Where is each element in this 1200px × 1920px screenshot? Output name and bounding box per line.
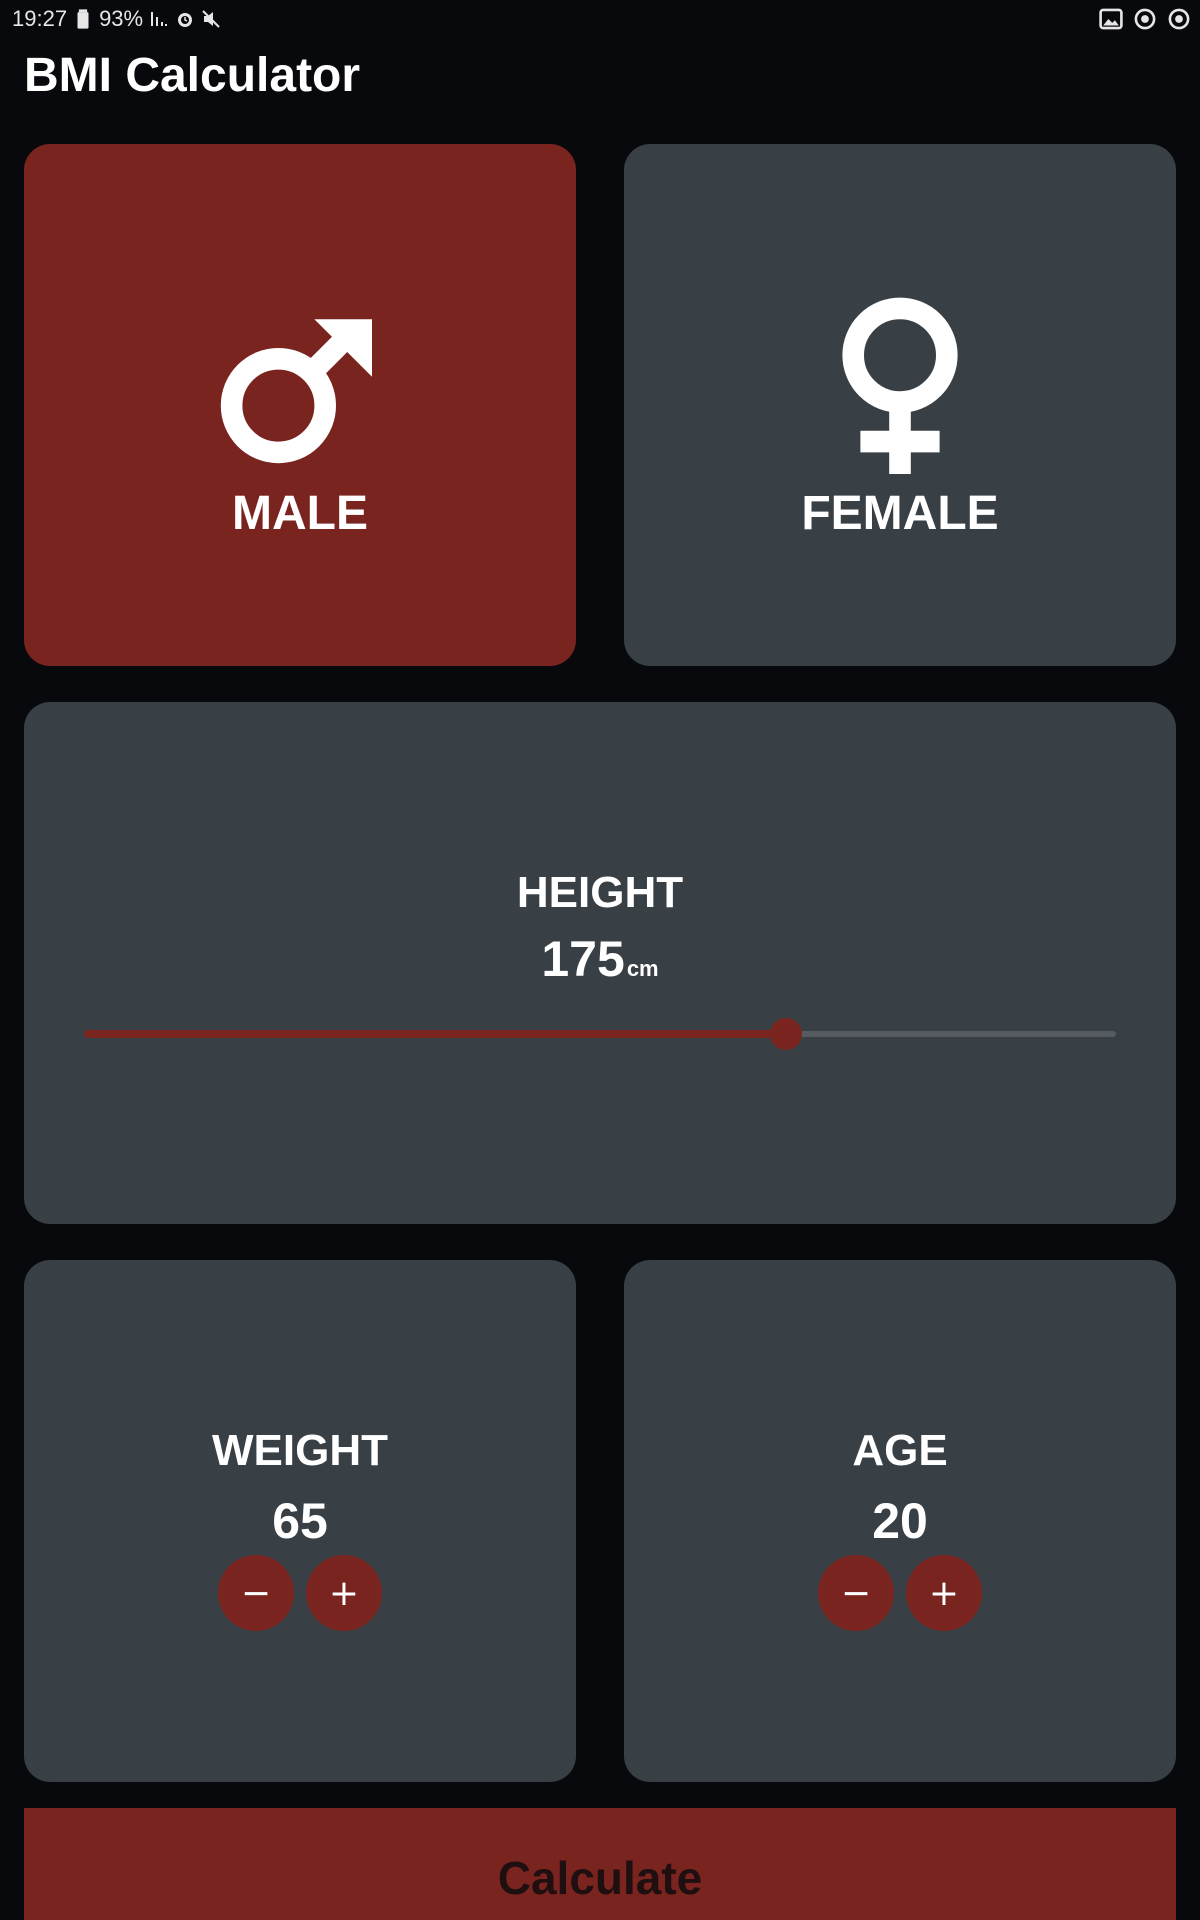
age-stepper: − +: [624, 1555, 1176, 1631]
age-increment-button[interactable]: +: [906, 1555, 982, 1631]
status-bar: 19:27 93%: [0, 0, 1200, 38]
image-icon: [1099, 8, 1123, 30]
height-slider[interactable]: [84, 1018, 1116, 1050]
height-number: 175: [541, 931, 625, 987]
age-label: AGE: [852, 1426, 948, 1475]
status-time: 19:27: [12, 6, 68, 31]
weight-increment-button[interactable]: +: [306, 1555, 382, 1631]
age-value: 20: [872, 1493, 928, 1549]
age-card: AGE 20 − +: [624, 1260, 1176, 1782]
female-icon: [842, 297, 958, 474]
height-label: HEIGHT: [516, 868, 684, 917]
female-card[interactable]: FEMALE: [624, 144, 1176, 666]
height-value: 175cm: [24, 930, 1176, 988]
alarm-icon: [178, 13, 193, 27]
male-icon: [220, 319, 372, 464]
sync-icon: [1134, 8, 1156, 30]
status-battery: 93%: [99, 6, 144, 31]
height-unit: cm: [626, 956, 659, 981]
male-label: MALE: [232, 487, 368, 540]
slider-thumb[interactable]: [769, 1018, 802, 1050]
battery-icon: [77, 9, 89, 29]
weight-value: 65: [272, 1493, 328, 1549]
weight-card: WEIGHT 65 − +: [24, 1260, 576, 1782]
calculate-button[interactable]: Calculate: [24, 1808, 1176, 1920]
male-card[interactable]: MALE: [24, 144, 576, 666]
mute-icon: [202, 10, 220, 28]
sync-icon: [1168, 8, 1190, 30]
age-decrement-button[interactable]: −: [818, 1555, 894, 1631]
weight-label: WEIGHT: [212, 1426, 388, 1475]
app-title: BMI Calculator: [24, 49, 361, 102]
status-left: 19:27 93%: [12, 6, 221, 32]
weight-decrement-button[interactable]: −: [218, 1555, 294, 1631]
height-card: HEIGHT 175cm: [24, 702, 1176, 1224]
weight-stepper: − +: [24, 1555, 576, 1631]
status-right: [1098, 6, 1192, 32]
female-label: FEMALE: [801, 487, 999, 540]
signal-icon: [151, 12, 168, 26]
slider-fill: [84, 1030, 786, 1038]
